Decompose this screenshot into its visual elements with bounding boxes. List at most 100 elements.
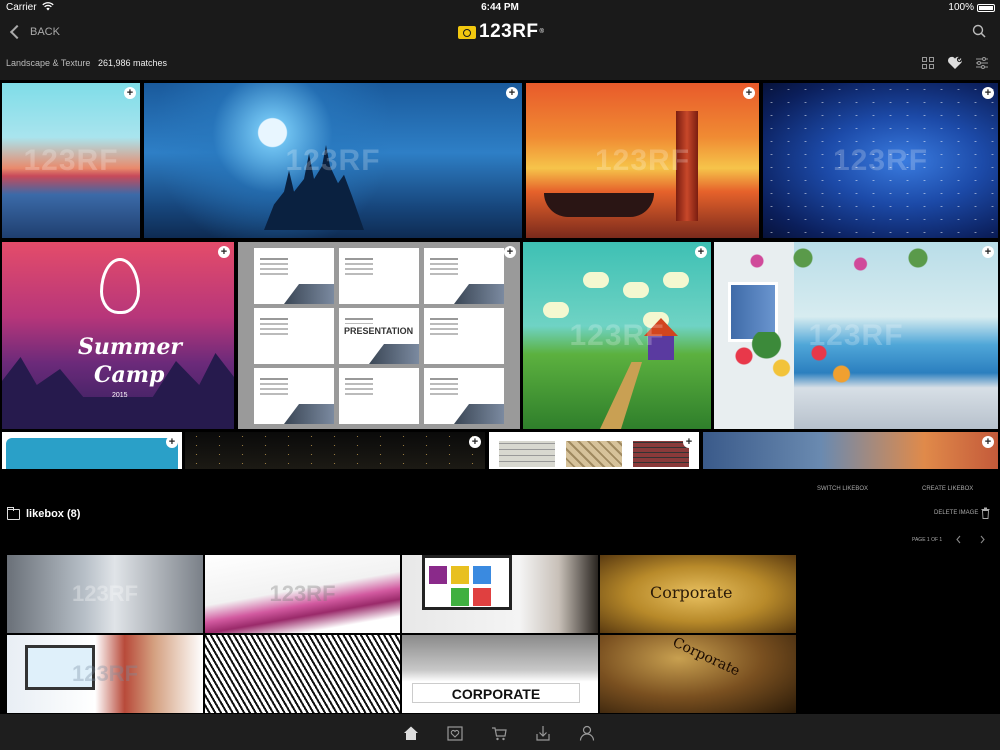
delete-image-button[interactable]: DELETE IMAGE	[934, 510, 978, 516]
nav-bar: BACK 123RF ®	[0, 16, 1000, 48]
watermark: 123RF	[832, 143, 929, 177]
chevron-right-icon[interactable]	[979, 535, 986, 544]
add-to-likebox-plus-icon[interactable]: +	[982, 87, 994, 99]
slide-thumb	[339, 248, 419, 304]
result-tile-seaside-flowers[interactable]: 123RF +	[714, 242, 998, 429]
watermark: 123RF	[808, 318, 904, 352]
watermark: 123RF	[285, 143, 381, 177]
watermark: 123RF	[569, 318, 665, 352]
chevron-left-icon	[9, 24, 25, 40]
likebox-item-wavy-lines[interactable]	[205, 635, 400, 713]
result-tile-blue-frame[interactable]: +	[2, 432, 182, 469]
switch-likebox-button[interactable]: SWITCH LIKEBOX	[817, 486, 868, 492]
battery-percent: 100%	[948, 2, 974, 13]
logo-registered-mark: ®	[539, 29, 544, 35]
camera-logo-icon	[458, 25, 476, 39]
corporate-word: Corporate	[650, 583, 733, 602]
cloud-shape	[543, 302, 569, 318]
result-tile-presentation-templates[interactable]: PRESENTATION +	[238, 242, 520, 429]
add-to-likebox-plus-icon[interactable]: +	[166, 436, 178, 448]
category-breadcrumb[interactable]: Landscape & Texture	[6, 58, 90, 68]
corporate-word: Corporate	[670, 635, 743, 680]
add-to-likebox-plus-icon[interactable]: +	[695, 246, 707, 258]
slide-thumb	[254, 308, 334, 364]
cloud-shape	[663, 272, 689, 288]
search-icon[interactable]	[972, 24, 986, 38]
add-to-likebox-plus-icon[interactable]: +	[982, 246, 994, 258]
add-to-likebox-plus-icon[interactable]: +	[469, 436, 481, 448]
result-tile-night-city[interactable]: +	[185, 432, 485, 469]
likebox-title[interactable]: likebox (8)	[26, 508, 80, 520]
result-tile-watercolor-lake[interactable]: 123RF +	[2, 83, 140, 238]
add-to-likebox-plus-icon[interactable]: +	[743, 87, 755, 99]
result-tile-summer-camp[interactable]: Summer Camp 2015 +	[2, 242, 234, 429]
watermark: 123RF	[71, 661, 139, 686]
likebox-toggle-icon[interactable]	[947, 56, 963, 70]
grid-view-icon[interactable]	[922, 57, 934, 69]
likebox-item-corporate-stamp[interactable]: Corporate	[600, 635, 796, 713]
results-grid: 123RF + 123RF + 123RF + 123RF + Summer C…	[0, 80, 1000, 472]
filter-sliders-icon[interactable]	[975, 56, 989, 70]
user-icon[interactable]	[578, 724, 596, 742]
slide-thumb	[254, 368, 334, 424]
camp-title-line1: Summer	[78, 334, 183, 360]
watermark: 123RF	[594, 143, 691, 177]
slide-thumb	[339, 368, 419, 424]
add-to-likebox-plus-icon[interactable]: +	[124, 87, 136, 99]
corporate-banner-text: CORPORATE	[412, 683, 580, 703]
add-to-likebox-plus-icon[interactable]: +	[506, 87, 518, 99]
camp-year: 2015	[112, 392, 128, 399]
status-bar: Carrier 6:44 PM 100%	[0, 0, 1000, 16]
result-tile-fairy-houses[interactable]: 123RF +	[523, 242, 711, 429]
slide-thumb	[424, 308, 504, 364]
add-to-likebox-plus-icon[interactable]: +	[683, 436, 695, 448]
tab-bar	[0, 714, 1000, 750]
watermark: 123RF	[71, 581, 139, 606]
cloud-shape	[623, 282, 649, 298]
result-tile-starry-galaxy[interactable]: 123RF +	[763, 83, 998, 238]
slide-thumb	[424, 368, 504, 424]
mountain-shape	[2, 353, 234, 429]
cart-icon[interactable]	[490, 724, 508, 742]
clock: 6:44 PM	[481, 2, 519, 13]
presentation-title: PRESENTATION	[340, 324, 418, 338]
back-button[interactable]: BACK	[8, 22, 60, 42]
add-to-likebox-plus-icon[interactable]: +	[504, 246, 516, 258]
chevron-left-icon[interactable]	[955, 535, 962, 544]
logo-text: 123RF	[479, 21, 539, 42]
texture-swatch	[499, 441, 555, 467]
likebox-item-corporate-banner[interactable]: CORPORATE	[402, 635, 598, 713]
add-to-likebox-plus-icon[interactable]: +	[218, 246, 230, 258]
cloud-shape	[583, 272, 609, 288]
result-tile-lighthouse-harbor[interactable]: 123RF +	[526, 83, 759, 238]
page-indicator: PAGE 1 OF 1	[912, 537, 943, 543]
add-to-likebox-plus-icon[interactable]: +	[982, 436, 994, 448]
download-icon[interactable]	[534, 724, 552, 742]
slide-thumb	[254, 248, 334, 304]
texture-swatch	[633, 441, 689, 467]
back-label: BACK	[30, 26, 60, 38]
result-tile-sunset-sky[interactable]: +	[703, 432, 998, 469]
monitor-shape	[422, 555, 512, 610]
heart-box-icon[interactable]	[446, 724, 464, 742]
match-count: 261,986 matches	[98, 58, 168, 68]
camp-title-line2: Camp	[94, 362, 165, 388]
battery-icon	[977, 4, 995, 12]
likebox-item-business-handshake[interactable]: 123RF	[7, 555, 203, 633]
boat-shape	[544, 193, 654, 217]
blooms-shape	[734, 246, 964, 276]
folder-icon	[7, 507, 20, 520]
result-tile-moonlit-castle[interactable]: 123RF +	[144, 83, 522, 238]
likebox-item-man-at-computer[interactable]: 123RF	[7, 635, 203, 713]
watermark: 123RF	[23, 143, 119, 177]
home-icon[interactable]	[402, 724, 420, 742]
result-tile-brick-textures[interactable]: +	[489, 432, 699, 469]
create-likebox-button[interactable]: CREATE LIKEBOX	[922, 486, 973, 492]
filter-bar: Landscape & Texture 261,986 matches	[0, 48, 1000, 80]
trash-icon[interactable]	[981, 507, 990, 519]
path-shape	[600, 362, 642, 429]
likebox-item-office-desk-monitor[interactable]	[402, 555, 598, 633]
likebox-item-corporate-grunge[interactable]: Corporate	[600, 555, 796, 633]
likebox-item-pink-swoosh[interactable]: 123RF	[205, 555, 400, 633]
slide-thumb	[424, 248, 504, 304]
